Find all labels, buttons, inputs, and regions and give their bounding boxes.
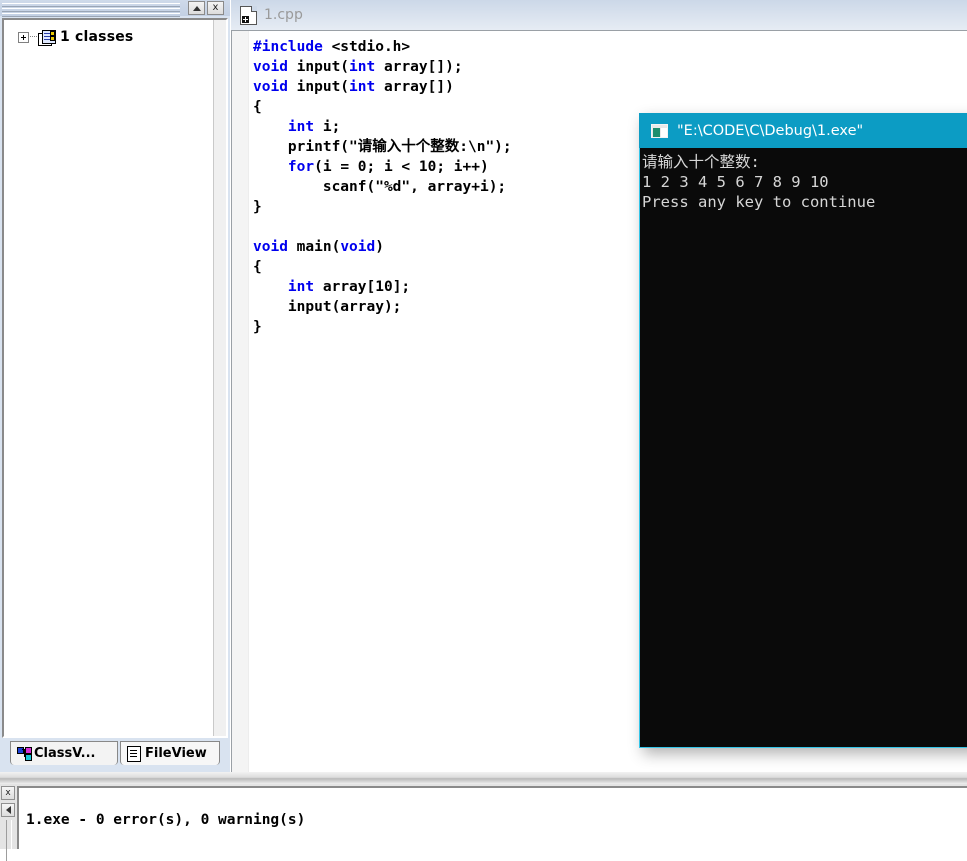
build-result-text: 1.exe - 0 error(s), 0 warning(s) bbox=[26, 812, 306, 828]
code-keyword: for bbox=[287, 159, 315, 175]
workspace-tabs: ClassV... FileView bbox=[2, 739, 228, 766]
code-token: main( bbox=[296, 239, 341, 255]
output-scroll-track[interactable] bbox=[6, 820, 12, 861]
code-token: } bbox=[253, 319, 262, 335]
code-keyword: void bbox=[253, 239, 297, 255]
editor-tab-title: 1.cpp bbox=[264, 7, 303, 23]
console-titlebar[interactable]: "E:\CODE\C\Debug\1.exe" bbox=[639, 113, 967, 148]
classview-icon bbox=[17, 747, 32, 761]
console-window[interactable]: "E:\CODE\C\Debug\1.exe" 请输入十个整数: 1 2 3 4 … bbox=[639, 113, 967, 748]
code-token: } bbox=[253, 199, 262, 215]
code-token: input( bbox=[296, 79, 350, 95]
output-pane-splitter[interactable] bbox=[0, 772, 967, 784]
tab-classview[interactable]: ClassV... bbox=[10, 741, 118, 765]
output-pane: x 1.exe - 0 error(s), 0 warning(s) bbox=[0, 772, 967, 861]
output-pane-gutter: x bbox=[0, 784, 16, 861]
code-token: input( bbox=[296, 59, 350, 75]
code-token: <stdio.h> bbox=[331, 39, 411, 55]
tab-classview-label: ClassV... bbox=[34, 746, 96, 761]
fileview-icon bbox=[127, 745, 141, 762]
code-keyword: void bbox=[253, 59, 297, 75]
console-line: 请输入十个整数: bbox=[642, 153, 760, 171]
code-token: scanf("%d", array+i); bbox=[253, 179, 507, 195]
output-close-button[interactable]: x bbox=[1, 786, 15, 800]
code-keyword: #include bbox=[253, 39, 332, 55]
close-icon: x bbox=[5, 788, 11, 798]
editor-document-tab[interactable]: 1.cpp bbox=[231, 0, 967, 30]
editor-selection-margin[interactable] bbox=[232, 31, 249, 772]
code-keyword: void bbox=[340, 239, 376, 255]
code-token: array[]); bbox=[375, 59, 463, 75]
tree-item-classes[interactable]: 1 classes bbox=[18, 27, 133, 47]
expand-plus-icon[interactable] bbox=[18, 31, 29, 43]
triangle-left-icon bbox=[5, 806, 11, 814]
code-keyword: int bbox=[349, 59, 376, 75]
code-keyword: int bbox=[349, 79, 376, 95]
code-keyword: void bbox=[253, 79, 297, 95]
code-token: { bbox=[253, 259, 262, 275]
class-folder-icon bbox=[38, 29, 56, 46]
close-icon: x bbox=[212, 2, 219, 13]
code-line: #include <stdio.h> bbox=[253, 37, 967, 57]
console-output-area[interactable]: 请输入十个整数: 1 2 3 4 5 6 7 8 9 10 Press any ke… bbox=[639, 148, 967, 748]
cpp-file-icon bbox=[240, 5, 257, 25]
output-content-area[interactable]: 1.exe - 0 error(s), 0 warning(s) bbox=[17, 786, 967, 849]
class-tree-scrollbar[interactable] bbox=[213, 20, 226, 736]
class-tree-frame: 1 classes bbox=[2, 18, 228, 738]
workspace-close-button[interactable]: x bbox=[207, 1, 224, 15]
workspace-panel: x 1 classes ClassV... FileView bbox=[0, 0, 230, 772]
workspace-minimize-button[interactable] bbox=[188, 1, 205, 15]
code-token: array[10]; bbox=[314, 279, 411, 295]
output-scroll-left-button[interactable] bbox=[1, 803, 15, 817]
class-tree-view[interactable]: 1 classes bbox=[4, 20, 214, 736]
workspace-drag-gripper[interactable] bbox=[2, 3, 180, 17]
code-token: printf("请输入十个整数:\n"); bbox=[253, 139, 512, 155]
console-window-icon bbox=[651, 123, 668, 138]
tab-fileview-label: FileView bbox=[145, 746, 207, 761]
code-token: ) bbox=[375, 239, 384, 255]
console-line: 1 2 3 4 5 6 7 8 9 10 bbox=[642, 173, 829, 191]
code-token: input(array); bbox=[253, 299, 402, 315]
tab-fileview[interactable]: FileView bbox=[120, 741, 220, 765]
code-token: (i = 0; i < 10; i++) bbox=[314, 159, 489, 175]
triangle-up-icon bbox=[192, 5, 201, 11]
code-line: void input(int array[]) bbox=[253, 77, 967, 97]
code-keyword: int bbox=[287, 279, 315, 295]
tree-connector-line bbox=[30, 36, 37, 38]
code-token: array[]) bbox=[375, 79, 454, 95]
code-token: i; bbox=[314, 119, 341, 135]
workspace-titlebar: x bbox=[0, 0, 230, 17]
console-title-text: "E:\CODE\C\Debug\1.exe" bbox=[677, 122, 864, 139]
code-keyword: int bbox=[287, 119, 315, 135]
code-line: void input(int array[]); bbox=[253, 57, 967, 77]
tree-item-label: 1 classes bbox=[60, 29, 134, 45]
console-line: Press any key to continue bbox=[642, 193, 876, 211]
code-token: { bbox=[253, 99, 262, 115]
